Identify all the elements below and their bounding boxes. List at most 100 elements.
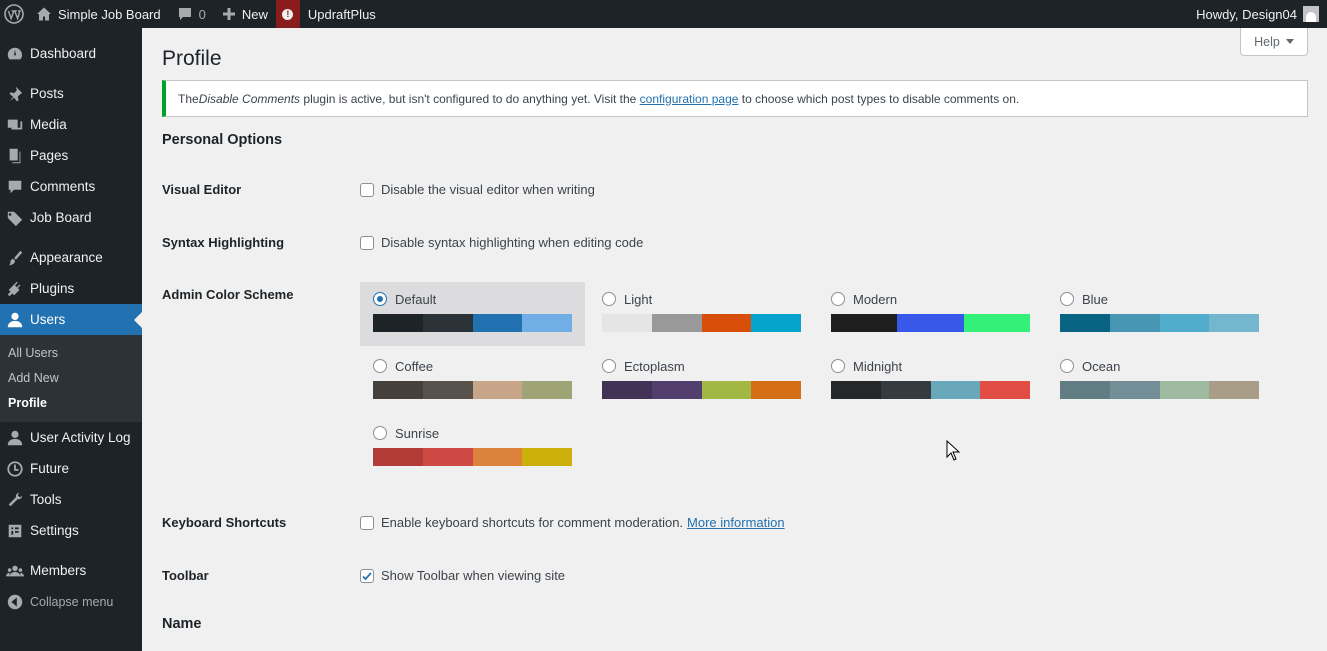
menu-label: Appearance <box>30 250 103 265</box>
members-icon <box>6 565 24 576</box>
configuration-page-link[interactable]: configuration page <box>640 92 739 106</box>
avatar <box>1303 6 1319 22</box>
color-scheme-radio[interactable] <box>602 292 616 306</box>
color-swatch <box>1109 314 1160 332</box>
color-scheme-option[interactable]: Light <box>589 282 814 346</box>
color-swatch <box>422 448 473 466</box>
howdy-text: Howdy, Design04 <box>1196 6 1297 22</box>
site-name-link[interactable]: Simple Job Board <box>28 0 169 28</box>
color-scheme-radio[interactable] <box>373 292 387 306</box>
menu-job-board[interactable]: Job Board <box>0 202 142 233</box>
color-swatch <box>831 381 881 399</box>
color-scheme-option[interactable]: Blue <box>1047 282 1272 346</box>
color-scheme-radio[interactable] <box>831 292 845 306</box>
site-name: Simple Job Board <box>58 6 161 22</box>
color-swatch <box>472 448 523 466</box>
color-scheme-radio[interactable] <box>1060 292 1074 306</box>
color-scheme-radio[interactable] <box>831 359 845 373</box>
new-label: New <box>241 6 268 22</box>
color-swatch <box>897 314 964 332</box>
color-scheme-option[interactable]: Modern <box>818 282 1043 346</box>
menu-label: Job Board <box>30 210 92 225</box>
comments-count: 0 <box>198 6 206 22</box>
visual-editor-checkbox[interactable] <box>360 182 374 197</box>
my-account-link[interactable]: Howdy, Design04 <box>1188 0 1327 28</box>
keyboard-shortcuts-text: Enable keyboard shortcuts for comment mo… <box>381 515 684 530</box>
menu-plugins[interactable]: Plugins <box>0 273 142 304</box>
menu-posts[interactable]: Posts <box>0 78 142 109</box>
clock-icon <box>7 460 23 477</box>
color-swatch <box>701 314 752 332</box>
notice-text: plugin is active, but isn't configured t… <box>300 91 640 106</box>
toolbar-label: Toolbar <box>162 568 209 583</box>
menu-label: Users <box>30 312 66 327</box>
syntax-highlighting-checkbox[interactable] <box>360 235 374 250</box>
toolbar-field: Show Toolbar when viewing site <box>360 568 565 583</box>
menu-users[interactable]: Users <box>0 304 142 335</box>
menu-label: Members <box>30 563 87 578</box>
menu-pages[interactable]: Pages <box>0 140 142 171</box>
color-scheme-radio[interactable] <box>602 359 616 373</box>
page-title: Profile <box>162 47 222 70</box>
color-scheme-radio[interactable] <box>373 359 387 373</box>
menu-dashboard[interactable]: Dashboard <box>0 38 142 69</box>
updraft-alert[interactable]: ! <box>275 0 300 28</box>
menu-members[interactable]: Members <box>0 555 142 586</box>
color-scheme-head: Ectoplasm <box>602 357 801 375</box>
color-swatches <box>373 448 572 466</box>
pin-icon <box>9 86 23 101</box>
comments-link[interactable]: 0 <box>169 0 214 28</box>
submenu-profile[interactable]: Profile <box>0 391 142 416</box>
menu-tools[interactable]: Tools <box>0 484 142 515</box>
menu-comments[interactable]: Comments <box>0 171 142 202</box>
collapse-menu-button[interactable]: Collapse menu <box>0 586 142 617</box>
help-button[interactable]: Help <box>1240 28 1308 56</box>
color-swatch <box>1109 381 1160 399</box>
color-scheme-option[interactable]: Ocean <box>1047 349 1272 413</box>
toolbar-checkbox[interactable] <box>360 568 374 583</box>
syntax-highlighting-text: Disable syntax highlighting when editing… <box>381 235 644 250</box>
wordpress-logo-icon[interactable] <box>0 0 28 28</box>
color-swatch <box>522 381 572 399</box>
color-scheme-option[interactable]: Sunrise <box>360 416 585 480</box>
color-scheme-option[interactable]: Coffee <box>360 349 585 413</box>
menu-label: Settings <box>30 523 79 538</box>
menu-appearance[interactable]: Appearance <box>0 242 142 273</box>
notice-text: The <box>178 91 199 106</box>
color-swatches <box>831 381 1030 399</box>
disable-comments-notice: The Disable Comments plugin is active, b… <box>162 80 1308 117</box>
menu-label: Tools <box>30 492 62 507</box>
color-scheme-option[interactable]: Midnight <box>818 349 1043 413</box>
color-swatch <box>651 381 702 399</box>
submenu-all-users[interactable]: All Users <box>0 341 142 366</box>
menu-future[interactable]: Future <box>0 453 142 484</box>
keyboard-shortcuts-checkbox[interactable] <box>360 515 374 530</box>
new-content-link[interactable]: New <box>214 0 276 28</box>
notice-text: to choose which post types to disable co… <box>738 91 1020 106</box>
users-submenu: All Users Add New Profile <box>0 335 142 422</box>
syntax-highlighting-field: Disable syntax highlighting when editing… <box>360 235 643 250</box>
visual-editor-label: Visual Editor <box>162 182 242 197</box>
comment-icon <box>178 8 191 20</box>
color-scheme-radio[interactable] <box>1060 359 1074 373</box>
updraftplus-link[interactable]: UpdraftPlus <box>300 0 384 28</box>
menu-user-activity-log[interactable]: User Activity Log <box>0 422 142 453</box>
color-scheme-option[interactable]: Default <box>360 282 585 346</box>
color-scheme-radio[interactable] <box>373 426 387 440</box>
alert-icon: ! <box>282 8 294 20</box>
admin-color-scheme-label: Admin Color Scheme <box>162 287 294 302</box>
menu-label: Collapse menu <box>30 594 114 609</box>
color-swatch <box>751 381 801 399</box>
more-information-link[interactable]: More information <box>687 515 785 530</box>
menu-settings[interactable]: Settings <box>0 515 142 546</box>
admin-toolbar: Simple Job Board 0 New ! UpdraftPlus How… <box>0 0 1327 28</box>
menu-media[interactable]: Media <box>0 109 142 140</box>
submenu-add-new[interactable]: Add New <box>0 366 142 391</box>
color-scheme-option[interactable]: Ectoplasm <box>589 349 814 413</box>
color-swatch <box>373 314 423 332</box>
color-scheme-name: Sunrise <box>395 425 440 441</box>
color-scheme-head: Sunrise <box>373 424 572 442</box>
admin-menu: Dashboard Posts Media Pages Comments Job… <box>0 28 142 651</box>
color-scheme-head: Ocean <box>1060 357 1259 375</box>
color-swatch <box>651 314 702 332</box>
